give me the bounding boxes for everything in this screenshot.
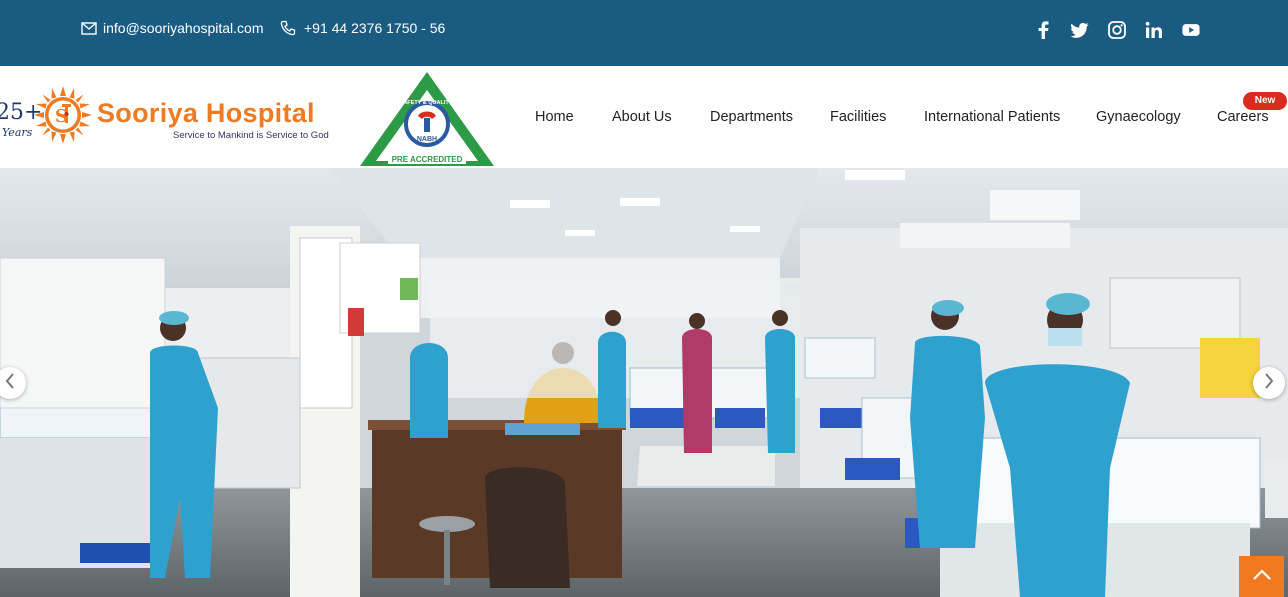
nav-gynaecology[interactable]: Gynaecology bbox=[1096, 109, 1181, 125]
instagram-icon[interactable] bbox=[1108, 20, 1126, 40]
phone-text[interactable]: +91 44 2376 1750 - 56 bbox=[304, 20, 445, 36]
youtube-icon[interactable] bbox=[1182, 20, 1200, 40]
email-text[interactable]: info@sooriyahospital.com bbox=[103, 20, 264, 36]
nabh-status: PRE ACCREDITED bbox=[392, 155, 463, 164]
mail-icon bbox=[81, 21, 97, 35]
twitter-icon[interactable] bbox=[1071, 20, 1089, 40]
nav-international-patients[interactable]: International Patients bbox=[924, 109, 1060, 125]
nav-home[interactable]: Home bbox=[535, 109, 574, 125]
main-header: 25+ Years S Sooriya Hospital Service to … bbox=[0, 66, 1288, 168]
email-contact[interactable]: info@sooriyahospital.com bbox=[81, 20, 264, 36]
linkedin-icon[interactable] bbox=[1145, 20, 1163, 40]
nav-careers[interactable]: Careers bbox=[1217, 109, 1269, 125]
nav-facilities[interactable]: Facilities bbox=[830, 109, 886, 125]
careers-new-badge: New bbox=[1243, 92, 1287, 110]
chevron-up-icon bbox=[1252, 568, 1272, 586]
facebook-icon[interactable] bbox=[1034, 20, 1052, 40]
chevron-left-icon bbox=[4, 372, 16, 395]
nav-about-us[interactable]: About Us bbox=[612, 109, 672, 125]
nabh-mark: NABH bbox=[417, 136, 437, 143]
top-contact-bar: info@sooriyahospital.com +91 44 2376 175… bbox=[0, 0, 1288, 66]
nabh-top-text: PATIENT SAFETY & QUALITY OF CARE bbox=[375, 100, 479, 106]
phone-icon bbox=[280, 20, 296, 36]
phone-contact[interactable]: +91 44 2376 1750 - 56 bbox=[280, 20, 445, 36]
social-links bbox=[1034, 20, 1200, 40]
hero-slider[interactable] bbox=[0, 168, 1288, 597]
main-navigation: Home About Us Departments Facilities Int… bbox=[0, 109, 1288, 129]
chevron-right-icon bbox=[1263, 372, 1275, 395]
scroll-to-top-button[interactable] bbox=[1239, 556, 1284, 597]
brand-tagline: Service to Mankind is Service to God bbox=[173, 130, 329, 141]
nicu-ward-photo bbox=[0, 168, 1288, 597]
nav-departments[interactable]: Departments bbox=[710, 109, 793, 125]
slider-next-button[interactable] bbox=[1253, 367, 1285, 399]
